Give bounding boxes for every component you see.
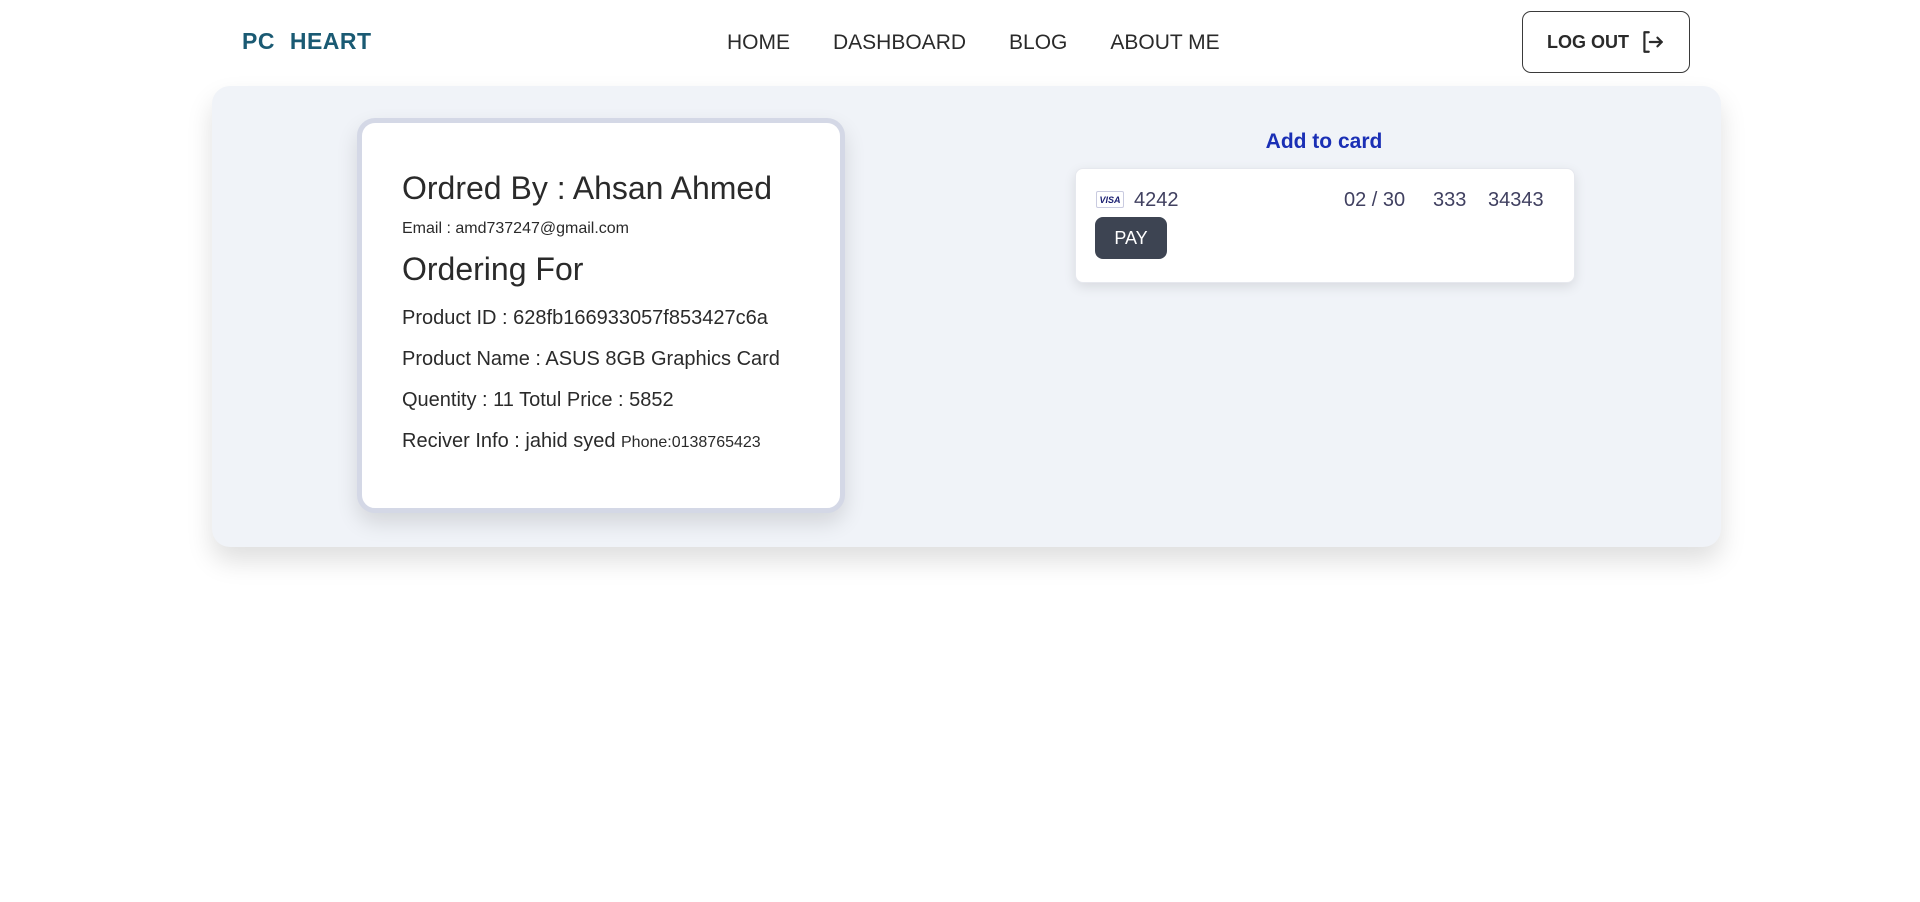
visa-card-icon: VISA <box>1096 191 1124 208</box>
pay-button[interactable]: PAY <box>1095 217 1167 259</box>
nav-blog-link[interactable]: BLOG <box>1009 31 1067 55</box>
nav-home-link[interactable]: HOME <box>727 31 790 55</box>
logout-icon <box>1643 31 1663 53</box>
nav-dashboard-link[interactable]: DASHBOARD <box>833 31 966 55</box>
quantity-total-price: Quentity : 11 Totul Price : 5852 <box>402 389 674 412</box>
card-payment-form: VISA 4242 02 / 30 333 34343 PAY <box>1075 168 1575 283</box>
nav-about-link[interactable]: ABOUT ME <box>1110 31 1219 55</box>
ordered-by-heading: Ordred By : Ahsan Ahmed <box>402 170 772 206</box>
product-name: Product Name : ASUS 8GB Graphics Card <box>402 348 780 371</box>
brand-logo[interactable]: PC HEART <box>242 28 372 55</box>
receiver-info: Reciver Info : jahid syed Phone:01387654… <box>402 430 800 453</box>
card-cvc-input[interactable]: 333 <box>1433 189 1466 212</box>
ordering-for-heading: Ordering For <box>402 251 584 288</box>
order-summary-card: Ordred By : Ahsan Ahmed Email : amd73724… <box>357 118 845 513</box>
nav-links: HOME DASHBOARD BLOG ABOUT ME <box>727 31 1220 55</box>
orderer-email: Email : amd737247@gmail.com <box>402 220 630 238</box>
receiver-phone: Phone:0138765423 <box>621 434 761 452</box>
logout-label: LOG OUT <box>1547 31 1629 52</box>
navbar: PC HEART HOME DASHBOARD BLOG ABOUT ME LO… <box>0 0 1920 86</box>
card-zip-input[interactable]: 34343 <box>1488 189 1544 212</box>
receiver-name: Reciver Info : jahid syed <box>402 430 616 453</box>
product-id: Product ID : 628fb166933057f853427c6a <box>402 307 768 330</box>
card-expiry-input[interactable]: 02 / 30 <box>1344 189 1405 212</box>
logout-button[interactable]: LOG OUT <box>1522 11 1690 73</box>
payment-title: Add to card <box>1265 130 1383 153</box>
card-number-input[interactable]: 4242 <box>1134 189 1179 212</box>
